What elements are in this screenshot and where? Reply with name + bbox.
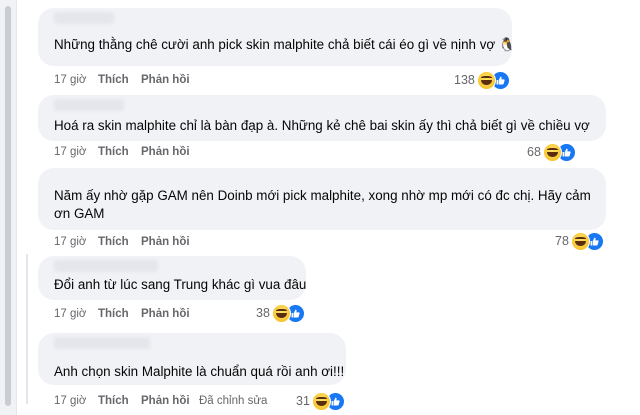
comment-time[interactable]: 17 giờ bbox=[54, 395, 98, 407]
reply-link[interactable]: Phản hồi bbox=[141, 395, 199, 407]
comment-time[interactable]: 17 giờ bbox=[54, 236, 98, 248]
comment-bubble: Anh chọn skin Malphite là chuẩn quá rồi … bbox=[38, 333, 346, 385]
reaction-summary[interactable]: 78 bbox=[555, 231, 604, 251]
reaction-count: 138 bbox=[454, 73, 475, 87]
comment-text: Những thằng chê cười anh pick skin malph… bbox=[54, 37, 516, 52]
comment-time[interactable]: 17 giờ bbox=[54, 74, 98, 86]
haha-icon bbox=[271, 303, 291, 323]
reaction-count: 38 bbox=[256, 306, 270, 320]
author-name-redacted[interactable] bbox=[54, 260, 158, 272]
comment-5: Anh chọn skin Malphite là chuẩn quá rồi … bbox=[0, 330, 640, 415]
comment-text: Hoá ra skin malphite chỉ là bàn đạp à. N… bbox=[54, 118, 590, 133]
comment-actions: 17 giờ Thích Phản hồi bbox=[54, 146, 199, 158]
reaction-summary[interactable]: 38 bbox=[256, 303, 305, 323]
like-link[interactable]: Thích bbox=[98, 395, 141, 407]
comment-actions: 17 giờ Thích Phản hồi bbox=[54, 308, 199, 320]
reply-link[interactable]: Phản hồi bbox=[141, 308, 199, 320]
comment-actions: 17 giờ Thích Phản hồi bbox=[54, 236, 199, 248]
comment-text: Đổi anh từ lúc sang Trung khác gì vua đâ… bbox=[54, 277, 307, 292]
comment-time[interactable]: 17 giờ bbox=[54, 308, 98, 320]
comment-time[interactable]: 17 giờ bbox=[54, 146, 98, 158]
author-name-redacted[interactable] bbox=[54, 99, 124, 111]
reply-link[interactable]: Phản hồi bbox=[141, 236, 199, 248]
comment-bubble: Đổi anh từ lúc sang Trung khác gì vua đâ… bbox=[38, 256, 306, 300]
comment-actions: 17 giờ Thích Phản hồi bbox=[54, 74, 199, 86]
comment-bubble: Những thằng chê cười anh pick skin malph… bbox=[38, 8, 516, 66]
reply-link[interactable]: Phản hồi bbox=[141, 74, 199, 86]
like-link[interactable]: Thích bbox=[98, 74, 141, 86]
comment-4: Đổi anh từ lúc sang Trung khác gì vua đâ… bbox=[0, 254, 640, 330]
like-link[interactable]: Thích bbox=[98, 236, 141, 248]
comment-3: Năm ấy nhờ gặp GAM nên Doinb mới pick ma… bbox=[0, 166, 640, 254]
like-link[interactable]: Thích bbox=[98, 146, 141, 158]
haha-icon bbox=[542, 142, 562, 162]
reaction-count: 68 bbox=[527, 145, 541, 159]
reaction-summary[interactable]: 138 bbox=[454, 70, 510, 90]
haha-icon bbox=[311, 391, 331, 411]
reaction-summary[interactable]: 31 bbox=[296, 391, 345, 411]
like-link[interactable]: Thích bbox=[98, 308, 141, 320]
haha-icon bbox=[476, 70, 496, 90]
comment-actions: 17 giờ Thích Phản hồi Đã chỉnh sửa bbox=[54, 395, 267, 407]
author-name-redacted[interactable] bbox=[54, 337, 150, 349]
reply-link[interactable]: Phản hồi bbox=[141, 146, 199, 158]
comment-text: Năm ấy nhờ gặp GAM nên Doinb mới pick ma… bbox=[54, 188, 591, 221]
comment-2: Hoá ra skin malphite chỉ là bàn đạp à. N… bbox=[0, 92, 640, 166]
haha-icon bbox=[570, 231, 590, 251]
comment-bubble: Năm ấy nhờ gặp GAM nên Doinb mới pick ma… bbox=[38, 168, 606, 230]
reaction-count: 31 bbox=[296, 394, 310, 408]
reaction-summary[interactable]: 68 bbox=[527, 142, 576, 162]
author-name-redacted[interactable] bbox=[54, 12, 114, 24]
comment-1: Những thằng chê cười anh pick skin malph… bbox=[0, 0, 640, 92]
edited-label: Đã chỉnh sửa bbox=[199, 395, 268, 407]
comment-text: Anh chọn skin Malphite là chuẩn quá rồi … bbox=[54, 364, 345, 379]
comment-bubble: Hoá ra skin malphite chỉ là bàn đạp à. N… bbox=[38, 95, 606, 141]
reaction-count: 78 bbox=[555, 234, 569, 248]
